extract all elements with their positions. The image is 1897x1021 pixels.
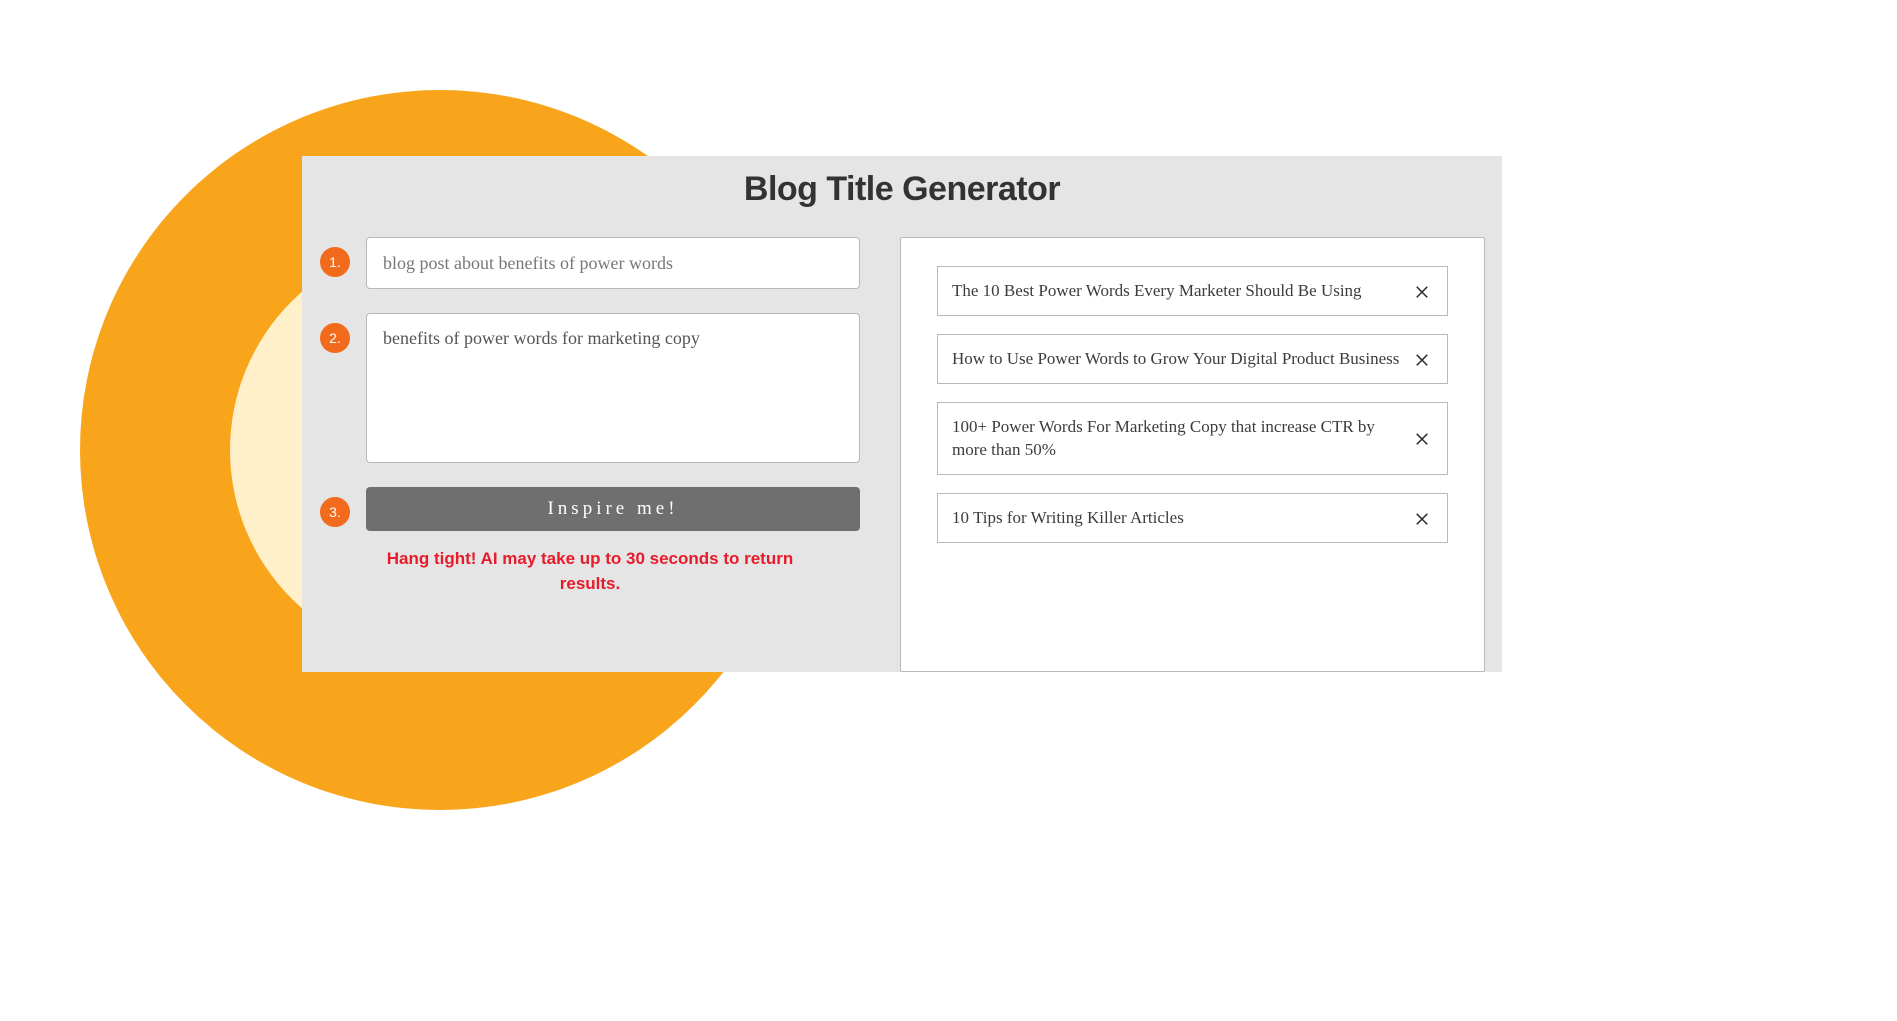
page-title: Blog Title Generator [302, 156, 1502, 237]
step-badge-2: 2. [320, 323, 350, 353]
inspire-button[interactable]: Inspire me! [366, 487, 860, 531]
app-panel: Blog Title Generator 1. 2. 3. Inspire me… [302, 156, 1502, 672]
topic-input[interactable] [366, 237, 860, 289]
close-icon[interactable] [1411, 280, 1433, 302]
result-text: 10 Tips for Writing Killer Articles [952, 506, 1399, 530]
details-textarea[interactable] [366, 313, 860, 463]
close-icon[interactable] [1411, 507, 1433, 529]
close-icon[interactable] [1411, 348, 1433, 370]
step-row-1: 1. [320, 237, 860, 289]
step-badge-3: 3. [320, 497, 350, 527]
result-text: How to Use Power Words to Grow Your Digi… [952, 347, 1399, 371]
columns: 1. 2. 3. Inspire me! Hang tight! AI may … [302, 237, 1502, 672]
step-badge-1: 1. [320, 247, 350, 277]
close-icon[interactable] [1411, 427, 1433, 449]
result-item: 100+ Power Words For Marketing Copy that… [937, 402, 1448, 476]
result-item: How to Use Power Words to Grow Your Digi… [937, 334, 1448, 384]
result-text: The 10 Best Power Words Every Marketer S… [952, 279, 1399, 303]
results-panel: The 10 Best Power Words Every Marketer S… [900, 237, 1485, 672]
step-row-2: 2. [320, 313, 860, 463]
status-message: Hang tight! AI may take up to 30 seconds… [320, 547, 860, 596]
result-item: The 10 Best Power Words Every Marketer S… [937, 266, 1448, 316]
step-row-3: 3. Inspire me! [320, 487, 860, 531]
left-column: 1. 2. 3. Inspire me! Hang tight! AI may … [320, 237, 860, 672]
result-text: 100+ Power Words For Marketing Copy that… [952, 415, 1399, 463]
result-item: 10 Tips for Writing Killer Articles [937, 493, 1448, 543]
